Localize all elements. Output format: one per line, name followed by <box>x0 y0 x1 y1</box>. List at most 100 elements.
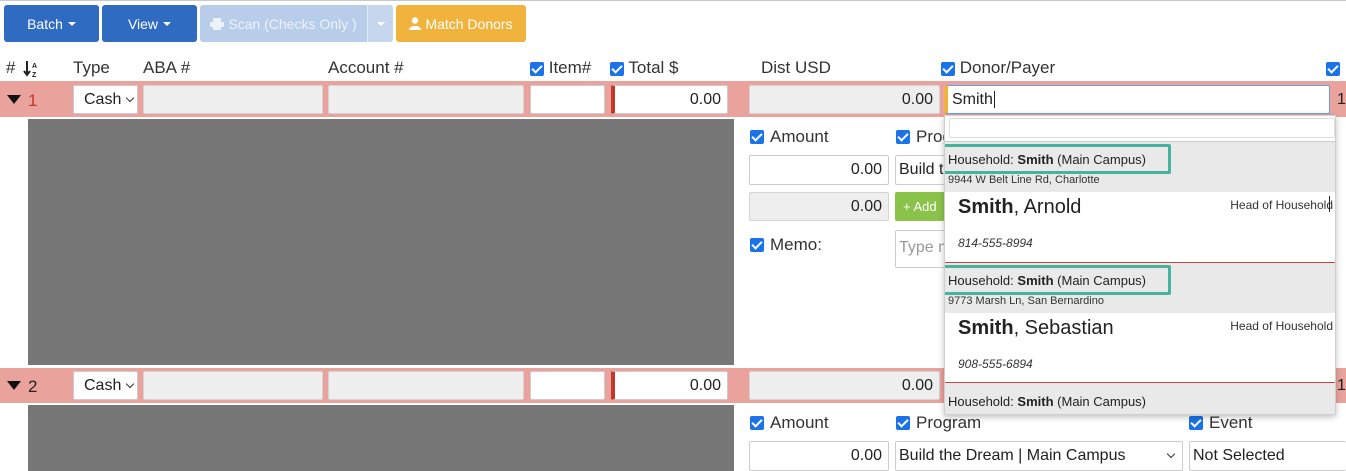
trailing-value: 1 <box>1337 91 1346 108</box>
chevron-down-icon <box>126 93 135 102</box>
amount-checkbox[interactable] <box>750 416 764 430</box>
donor-search-input[interactable]: Smith <box>944 85 1330 114</box>
event-label[interactable]: Event <box>1189 413 1252 433</box>
col-header-account: Account # <box>328 58 404 77</box>
event-select[interactable]: Not Selected <box>1189 441 1346 471</box>
trailing-value: 1 <box>1337 377 1346 394</box>
program-checkbox[interactable] <box>896 416 910 430</box>
amount-field-2: 0.00 <box>749 192 889 221</box>
donor-autocomplete-dropdown: Household: Smith (Main Campus) 9944 W Be… <box>944 115 1336 415</box>
memo-checkbox[interactable] <box>750 238 764 252</box>
svg-text:A: A <box>32 63 37 70</box>
top-divider <box>0 0 1346 1</box>
event-label-text: Event <box>1209 413 1253 432</box>
item-field[interactable] <box>530 371 605 400</box>
col-header-item[interactable]: Item# <box>530 58 591 78</box>
donor-search-value: Smith <box>952 90 993 108</box>
view-button[interactable]: View <box>102 5 197 42</box>
donor-column-checkbox[interactable] <box>941 61 955 76</box>
highlight-box <box>945 144 1171 174</box>
total-field[interactable]: 0.00 <box>611 85 728 114</box>
program-select-value: Build the Dream | Main Campus <box>899 447 1126 464</box>
highlight-box <box>945 265 1171 295</box>
aba-field[interactable] <box>143 85 323 114</box>
result-name: Smith, Sebastian <box>958 317 1114 339</box>
item-field[interactable] <box>530 85 605 114</box>
total-field[interactable]: 0.00 <box>611 371 728 400</box>
item-column-checkbox[interactable] <box>530 61 544 76</box>
collapse-icon[interactable] <box>7 95 21 104</box>
account-field[interactable] <box>328 371 524 400</box>
household-label: Household: Smith (Main Campus) <box>948 394 1147 409</box>
result-phone: 814-555-8994 <box>958 236 1033 250</box>
amount-label[interactable]: Amount <box>750 413 829 433</box>
amount-label-text: Amount <box>770 127 829 146</box>
chevron-down-icon <box>1166 449 1176 459</box>
col-header-donor[interactable]: Donor/Payer <box>941 58 1055 78</box>
scan-button[interactable]: Scan (Checks Only ) <box>200 5 367 42</box>
aba-field[interactable] <box>143 371 323 400</box>
col-header-extra[interactable] <box>1326 58 1340 78</box>
match-donors-button[interactable]: Match Donors <box>396 5 526 42</box>
memo-label-text: Memo: <box>770 235 822 254</box>
check-image-preview <box>28 119 734 365</box>
account-field[interactable] <box>328 85 524 114</box>
row-number: 2 <box>28 377 38 396</box>
scan-button-label: Scan (Checks Only ) <box>228 15 357 32</box>
memo-label[interactable]: Memo: <box>750 235 822 255</box>
result-role: Head of Household <box>1230 319 1333 333</box>
amount-field[interactable]: 0.00 <box>749 441 889 471</box>
col-header-num: # <box>6 58 16 77</box>
caret-down-icon <box>163 21 172 26</box>
result-name: Smith, Arnold <box>958 196 1082 218</box>
check-image-preview <box>28 405 734 471</box>
amount-field[interactable]: 0.00 <box>749 155 889 185</box>
result-role: Head of Household <box>1230 198 1333 212</box>
program-select[interactable]: Build t <box>895 155 945 185</box>
col-header-item-label: Item# <box>548 58 592 77</box>
type-select[interactable]: Cash <box>73 85 138 114</box>
program-label[interactable]: Program <box>896 413 981 433</box>
add-split-button[interactable]: + Add <box>895 192 945 221</box>
dropdown-filter-input[interactable] <box>949 118 1335 138</box>
program-label-text: Program <box>916 413 982 432</box>
batch-button[interactable]: Batch <box>4 5 99 42</box>
result-phone: 908-555-6894 <box>958 357 1033 371</box>
caret-down-icon <box>376 21 385 26</box>
amount-label[interactable]: Amount <box>750 127 829 147</box>
dist-field: 0.00 <box>749 371 940 400</box>
memo-input[interactable]: Type m <box>895 230 945 268</box>
program-select[interactable]: Build the Dream | Main Campus <box>895 441 1183 471</box>
total-column-checkbox[interactable] <box>610 61 624 76</box>
sort-icon[interactable]: A Z <box>23 60 41 78</box>
col-header-total[interactable]: Total $ <box>610 58 679 78</box>
event-checkbox[interactable] <box>1189 416 1203 430</box>
col-header-type: Type <box>73 58 110 77</box>
svg-text:Z: Z <box>32 72 37 78</box>
col-header-dist: Dist USD <box>761 58 831 77</box>
printer-icon <box>210 17 225 30</box>
user-icon <box>409 17 422 30</box>
view-button-label: View <box>127 15 159 32</box>
event-select-value: Not Selected <box>1193 447 1285 464</box>
dropdown-result-item[interactable]: Smith, Sebastian Head of Household 908-5… <box>945 313 1335 380</box>
extra-column-checkbox[interactable] <box>1326 61 1340 76</box>
col-header-aba: ABA # <box>143 58 191 77</box>
text-cursor <box>993 91 995 108</box>
col-header-donor-label: Donor/Payer <box>959 58 1056 77</box>
chevron-down-icon <box>126 379 135 388</box>
caret-down-icon <box>67 21 76 26</box>
amount-checkbox[interactable] <box>750 130 764 144</box>
collapse-icon[interactable] <box>7 381 21 390</box>
batch-button-label: Batch <box>27 15 63 32</box>
col-header-total-label: Total $ <box>628 58 679 77</box>
type-select[interactable]: Cash <box>73 371 138 400</box>
row-number: 1 <box>28 91 38 110</box>
program-checkbox[interactable] <box>896 130 910 144</box>
dropdown-result-item[interactable]: Smith, Arnold Head of Household 814-555-… <box>945 192 1335 259</box>
scan-options-button[interactable] <box>367 5 393 42</box>
amount-label-text: Amount <box>770 413 829 432</box>
match-donors-label: Match Donors <box>425 15 513 32</box>
household-address: 9773 Marsh Ln, San Bernardino <box>948 295 1104 307</box>
type-select-value: Cash <box>84 376 122 394</box>
